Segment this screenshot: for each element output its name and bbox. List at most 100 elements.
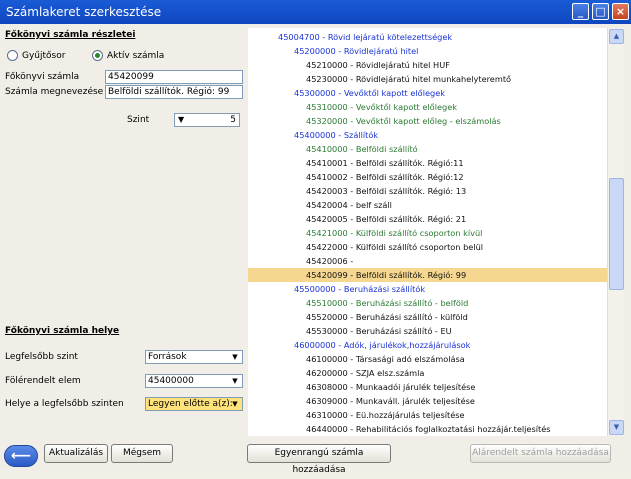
radio-active-label: Aktív számla — [107, 50, 165, 61]
level-value: 5 — [230, 115, 236, 125]
tree-row-label: 45530000 - Beruházási szállító - EU — [306, 326, 452, 336]
back-arrow-icon[interactable]: ⟵ — [4, 445, 38, 467]
tree-row-label: 45520000 - Beruházási szállító - külföld — [306, 312, 468, 322]
tree-row[interactable]: 45420005 - Belföldi szállítók. Régió: 21 — [248, 212, 607, 226]
tree-row-label: 45421000 - Külföldi szállító csoporton k… — [306, 228, 483, 238]
radio-collector-label: Gyűjtősor — [22, 50, 66, 61]
tree-row-label: 45320000 - Vevőktől kapott előleg - elsz… — [306, 116, 501, 126]
tree-row-label: 45420005 - Belföldi szállítók. Régió: 21 — [306, 214, 467, 224]
radio-active[interactable]: Aktív számla — [92, 50, 164, 61]
tree-row[interactable]: 45421000 - Külföldi szállító csoporton k… — [248, 226, 607, 240]
parent-select[interactable]: 45400000 ▼ — [145, 374, 243, 388]
tree-row-label: 45410001 - Belföldi szállítók. Régió:11 — [306, 158, 464, 168]
radio-collector-indicator[interactable] — [7, 50, 18, 61]
editor-window: Számlakeret szerkesztése _ □ × Főkönyvi … — [0, 0, 631, 475]
tree-row-label: 45422000 - Külföldi szállító csoporton b… — [306, 242, 484, 252]
level-stepper[interactable]: ▼ 5 — [174, 113, 240, 127]
level-down-arrow-icon[interactable]: ▼ — [178, 114, 184, 126]
tree-row[interactable]: 45500000 - Beruházási szállítók — [248, 282, 607, 296]
add-sibling-button[interactable]: Egyenrangú számla hozzáadása — [247, 444, 391, 475]
close-button[interactable]: × — [612, 3, 629, 20]
maximize-button[interactable]: □ — [592, 3, 609, 20]
top-level-label: Legfelsőbb szint — [5, 352, 78, 362]
tree-row-label: 46000000 - Adók, járulékok,hozzájáruláso… — [294, 340, 471, 350]
tree-row-label: 45420006 - — [306, 256, 354, 266]
tree-row-label: 45420004 - belf száll — [306, 200, 392, 210]
tree-row[interactable]: 45420003 - Belföldi szállítók. Régió: 13 — [248, 184, 607, 198]
tree-row[interactable]: 45410002 - Belföldi szállítók. Régió:12 — [248, 170, 607, 184]
tree-row[interactable]: 45310000 - Vevőktől kapott előlegek — [248, 100, 607, 114]
top-level-select[interactable]: Források ▼ — [145, 350, 243, 364]
tree-row[interactable]: 45420006 - — [248, 254, 607, 268]
tree-row[interactable]: 45420004 - belf száll — [248, 198, 607, 212]
tree-row-label: 45210000 - Rövidlejáratú hitel HUF — [306, 60, 450, 70]
tree-row[interactable]: 45200000 - Rövidlejáratú hitel — [248, 44, 607, 58]
tree-row[interactable]: 45530000 - Beruházási szállító - EU — [248, 324, 607, 338]
tree-row[interactable]: 45004700 - Rövid lejáratú kötelezettsége… — [248, 30, 607, 44]
details-panel: Főkönyvi számla részletei Gyűjtősor Aktí… — [0, 24, 248, 436]
tree-row-label: 45310000 - Vevőktől kapott előlegek — [306, 102, 457, 112]
scroll-up-icon[interactable]: ▲ — [609, 29, 624, 44]
tree-row[interactable]: 45410001 - Belföldi szállítók. Régió:11 — [248, 156, 607, 170]
parent-label: Fölérendelt elem — [5, 376, 81, 386]
details-heading: Főkönyvi számla részletei — [5, 30, 136, 40]
scroll-thumb[interactable] — [609, 178, 624, 290]
tree-row-label: 45200000 - Rövidlejáratú hitel — [294, 46, 419, 56]
tree-row[interactable]: 46440000 - Rehabilitációs foglalkoztatás… — [248, 422, 607, 436]
tree-row[interactable]: 45410000 - Belföldi szállító — [248, 142, 607, 156]
tree-row-label: 45230000 - Rövidlejáratú hitel munkahely… — [306, 74, 512, 84]
radio-collector[interactable]: Gyűjtősor — [7, 50, 65, 61]
tree-row[interactable]: 45210000 - Rövidlejáratú hitel HUF — [248, 58, 607, 72]
top-level-value: Források — [148, 352, 187, 362]
tree-row-label: 46310000 - Eü.hozzájárulás teljesítése — [306, 410, 465, 420]
tree-row[interactable]: 46309000 - Munkaváll. járulék teljesítés… — [248, 394, 607, 408]
scroll-down-icon[interactable]: ▼ — [609, 420, 624, 435]
radio-active-indicator[interactable] — [92, 50, 103, 61]
position-label: Helye a legfelsőbb szinten — [5, 399, 124, 409]
chevron-down-icon[interactable]: ▼ — [229, 399, 241, 409]
tree-row[interactable]: 45422000 - Külföldi szállító csoporton b… — [248, 240, 607, 254]
add-child-button: Alárendelt számla hozzáadása — [470, 444, 611, 463]
tree-row-selected[interactable]: 45420099 - Belföldi szállítók. Régió: 99 — [248, 268, 607, 282]
tree-row-label: 46440000 - Rehabilitációs foglalkoztatás… — [306, 424, 551, 434]
placement-heading: Főkönyvi számla helye — [5, 326, 120, 336]
tree-row[interactable]: 46310000 - Eü.hozzájárulás teljesítése — [248, 408, 607, 422]
tree-row[interactable]: 45320000 - Vevőktől kapott előleg - elsz… — [248, 114, 607, 128]
tree-row-label: 46200000 - SZJA elsz.számla — [306, 368, 425, 378]
tree-row-label: 46308000 - Munkaadói járulék teljesítése — [306, 382, 476, 392]
account-tree[interactable]: 45004700 - Rövid lejáratú kötelezettsége… — [248, 28, 607, 436]
tree-row-label: 45400000 - Szállítók — [294, 130, 379, 140]
level-label: Szint — [127, 115, 150, 125]
window-title: Számlakeret szerkesztése — [6, 5, 162, 19]
tree-row[interactable]: 45520000 - Beruházási szállító - külföld — [248, 310, 607, 324]
chevron-down-icon[interactable]: ▼ — [229, 376, 241, 386]
tree-scrollbar[interactable]: ▲ ▼ — [607, 28, 624, 436]
tree-row-label: 45300000 - Vevőktől kapott előlegek — [294, 88, 445, 98]
position-value: Legyen előtte a(z): — [148, 399, 233, 409]
tree-row-label: 45510000 - Beruházási szállító - belföld — [306, 298, 469, 308]
account-field[interactable]: 45420099 — [105, 70, 243, 84]
position-select[interactable]: Legyen előtte a(z): ▼ — [145, 397, 243, 411]
tree-row-label: 45500000 - Beruházási szállítók — [294, 284, 426, 294]
cancel-button[interactable]: Mégsem — [111, 444, 173, 463]
tree-row[interactable]: 45400000 - Szállítók — [248, 128, 607, 142]
button-bar: ⟵ Aktualizálás Mégsem Egyenrangú számla … — [0, 436, 631, 475]
tree-row-label: 46309000 - Munkaváll. járulék teljesítés… — [306, 396, 475, 406]
parent-value: 45400000 — [148, 376, 194, 386]
account-label: Főkönyvi számla — [5, 72, 80, 82]
tree-row-label: 45410000 - Belföldi szállító — [306, 144, 418, 154]
tree-row[interactable]: 46100000 - Társasági adó elszámolása — [248, 352, 607, 366]
name-label: Számla megnevezése — [5, 87, 104, 97]
tree-row[interactable]: 46308000 - Munkaadói járulék teljesítése — [248, 380, 607, 394]
tree-row[interactable]: 45510000 - Beruházási szállító - belföld — [248, 296, 607, 310]
minimize-button[interactable]: _ — [572, 3, 589, 20]
tree-row[interactable]: 46000000 - Adók, járulékok,hozzájáruláso… — [248, 338, 607, 352]
tree-row[interactable]: 45230000 - Rövidlejáratú hitel munkahely… — [248, 72, 607, 86]
name-field[interactable]: Belföldi szállítók. Régió: 99 — [105, 85, 243, 99]
tree-row-label: 45004700 - Rövid lejáratú kötelezettsége… — [278, 32, 453, 42]
chevron-down-icon[interactable]: ▼ — [229, 352, 241, 362]
tree-row[interactable]: 45300000 - Vevőktől kapott előlegek — [248, 86, 607, 100]
tree-row[interactable]: 46200000 - SZJA elsz.számla — [248, 366, 607, 380]
update-button[interactable]: Aktualizálás — [44, 444, 108, 463]
tree-row-label: 46100000 - Társasági adó elszámolása — [306, 354, 465, 364]
